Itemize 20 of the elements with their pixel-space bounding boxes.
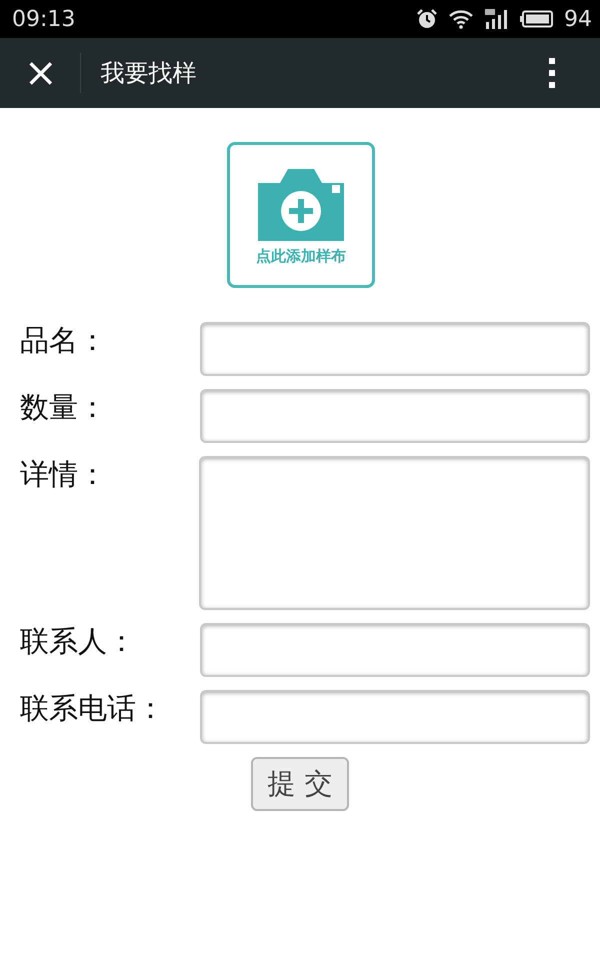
input-field[interactable] xyxy=(200,322,590,376)
alarm-clock-icon xyxy=(416,8,438,30)
battery-icon xyxy=(520,10,554,28)
close-button[interactable]: × xyxy=(18,53,81,93)
wifi-icon xyxy=(448,9,474,29)
page-title: 我要找样 xyxy=(100,58,198,89)
field-label: 品名： xyxy=(20,322,108,358)
battery-level: 94 xyxy=(564,6,592,32)
field-label: 联系人： xyxy=(20,623,137,659)
field-label: 联系电话： xyxy=(20,690,166,726)
clock-time: 09:13 xyxy=(12,6,76,32)
input-field[interactable] xyxy=(200,690,590,744)
input-field[interactable] xyxy=(200,623,590,677)
text-area[interactable] xyxy=(198,456,590,610)
submit-button[interactable]: 提 交 xyxy=(251,757,349,811)
input-field[interactable] xyxy=(200,389,590,443)
signal-icon xyxy=(484,8,510,30)
more-menu-icon[interactable] xyxy=(548,57,556,89)
field-label: 详情： xyxy=(20,456,108,492)
field-label: 数量： xyxy=(20,389,108,425)
